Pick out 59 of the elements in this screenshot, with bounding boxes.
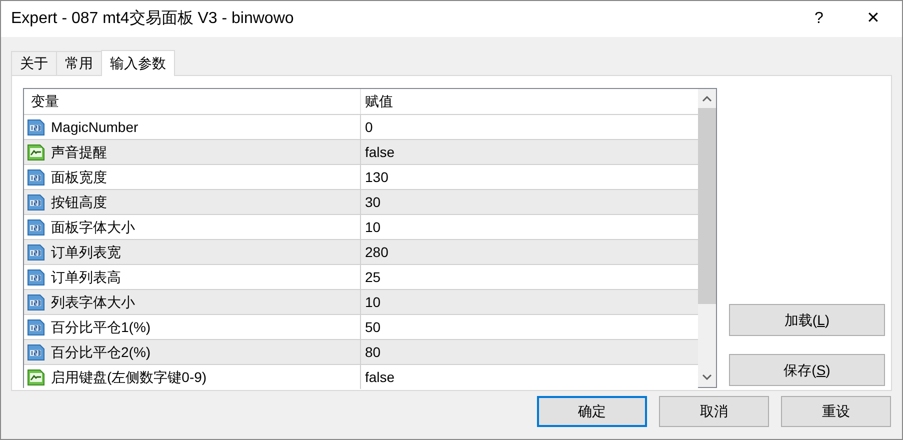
scroll-up-icon[interactable] <box>702 96 712 102</box>
tab[interactable]: 输入参数 <box>101 50 175 76</box>
variable-name: 订单列表高 <box>51 268 121 286</box>
variable-name: 百分比平仓2(%) <box>51 342 151 362</box>
variable-value: 280 <box>365 242 388 262</box>
variable-name: MagicNumber <box>51 118 138 137</box>
side-button[interactable]: 保存(S) <box>729 354 885 386</box>
number-icon <box>27 243 45 261</box>
table-row[interactable]: 订单列表宽 280 <box>24 239 698 264</box>
variable-name: 按钮高度 <box>51 192 107 212</box>
variable-name: 百分比平仓1(%) <box>51 318 151 337</box>
number-icon <box>27 268 45 286</box>
table-row[interactable]: 面板字体大小 10 <box>24 214 698 239</box>
dialog-button[interactable]: 重设 <box>781 396 891 427</box>
scroll-down-icon[interactable] <box>702 374 712 380</box>
number-icon <box>27 118 45 136</box>
variable-value: 130 <box>365 168 388 186</box>
toggle-icon <box>27 368 45 386</box>
variable-value: false <box>365 142 395 162</box>
variable-name: 声音提醒 <box>51 142 107 162</box>
dialog-button[interactable]: 取消 <box>659 396 769 427</box>
variable-value: 0 <box>365 118 373 136</box>
number-icon <box>27 218 45 236</box>
scroll-thumb[interactable] <box>698 108 716 304</box>
variable-value: 50 <box>365 318 381 336</box>
number-icon <box>27 343 45 361</box>
variable-name: 面板字体大小 <box>51 218 135 236</box>
table-row[interactable]: 按钮高度 30 <box>24 189 698 214</box>
table-row[interactable]: 面板宽度 130 <box>24 164 698 189</box>
table-row[interactable]: 百分比平仓2(%) 80 <box>24 339 698 364</box>
table-row[interactable]: 声音提醒 false <box>24 139 698 164</box>
scrollbar[interactable] <box>698 89 716 387</box>
variable-value: 30 <box>365 192 381 212</box>
table-row[interactable]: 订单列表高 25 <box>24 264 698 289</box>
table-row[interactable]: 百分比平仓1(%) 50 <box>24 314 698 339</box>
variable-value: 10 <box>365 218 381 236</box>
variable-name: 列表字体大小 <box>51 292 135 312</box>
table-row[interactable]: MagicNumber 0 <box>24 114 698 139</box>
variable-value: 25 <box>365 268 381 286</box>
help-button[interactable]: ? <box>794 1 844 37</box>
number-icon <box>27 168 45 186</box>
tab[interactable]: 关于 <box>11 51 57 75</box>
window-title: Expert - 087 mt4交易面板 V3 - binwowo <box>11 8 295 29</box>
side-button[interactable]: 加载(L) <box>729 304 885 336</box>
variable-name: 启用键盘(左侧数字键0-9) <box>51 368 207 387</box>
variable-name: 面板宽度 <box>51 168 107 186</box>
toggle-icon <box>27 143 45 161</box>
table-row[interactable]: 启用键盘(左侧数字键0-9) false <box>24 364 698 389</box>
variable-value: false <box>365 368 395 386</box>
column-header[interactable]: 赋值 <box>361 89 698 114</box>
close-button[interactable]: ✕ <box>844 1 902 37</box>
table-row[interactable]: 列表字体大小 10 <box>24 289 698 314</box>
variable-value: 10 <box>365 292 381 312</box>
number-icon <box>27 193 45 211</box>
variable-name: 订单列表宽 <box>51 242 121 262</box>
number-icon <box>27 318 45 336</box>
number-icon <box>27 293 45 311</box>
variable-value: 80 <box>365 342 381 362</box>
dialog-button[interactable]: 确定 <box>537 396 647 427</box>
